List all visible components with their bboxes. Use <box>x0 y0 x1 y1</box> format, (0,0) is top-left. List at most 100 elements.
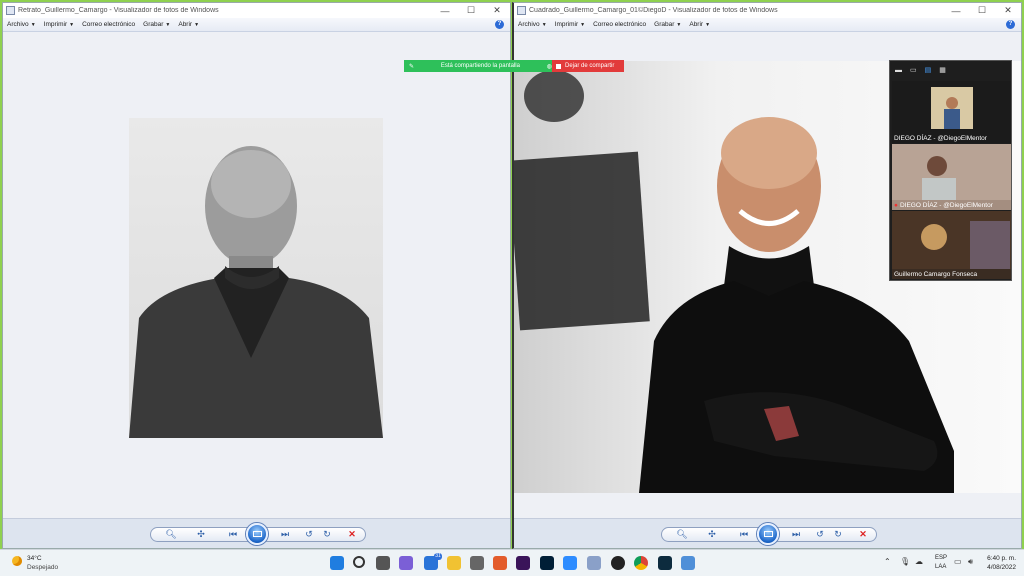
fit-to-window-icon[interactable]: ✣ <box>706 528 718 540</box>
zoom-icon[interactable]: 🔍︎ <box>676 528 688 540</box>
video-gallery-panel: ▬ ▭ ▤ ▦ DIEGO DÍAZ - @DiegoElMentor ● DIE… <box>889 60 1012 281</box>
menu-label: Abrir <box>178 21 193 28</box>
gallery-view-icon[interactable]: ▦ <box>939 66 946 74</box>
minimize-button[interactable]: — <box>943 6 969 16</box>
menu-abrir[interactable]: Abrir ▼ <box>689 21 710 28</box>
maximize-button[interactable]: ☐ <box>458 5 484 16</box>
portrait-photo-bw <box>129 118 383 438</box>
stop-sharing-label: Dejar de compartir <box>565 63 615 69</box>
rotate-left-icon[interactable]: ↺ <box>814 528 826 540</box>
video-thumbnail <box>892 211 1011 269</box>
viewer-toolbar: 🔍︎ ✣ ⏮ ⏭ ↺ ↻ ✕ <box>3 518 510 548</box>
slideshow-button[interactable] <box>757 523 779 545</box>
rotate-left-icon[interactable]: ↺ <box>303 528 315 540</box>
menu-archivo[interactable]: Archivo ▼ <box>518 21 547 28</box>
language-indicator[interactable]: ESP <box>935 555 947 561</box>
weather-temperature[interactable]: 34°C <box>27 555 42 562</box>
clock-time[interactable]: 6:40 p. m. <box>987 555 1016 562</box>
video-tile[interactable]: Guillermo Camargo Fonseca <box>892 211 1011 279</box>
close-button[interactable]: ✕ <box>484 5 510 16</box>
menu-label: Grabar <box>143 21 164 28</box>
menu-label: Archivo <box>518 21 540 28</box>
slideshow-button[interactable] <box>246 523 268 545</box>
teams-chat-icon[interactable] <box>399 556 413 570</box>
participant-name-text: DIEGO DÍAZ - @DiegoElMentor <box>899 202 993 209</box>
caret-down-icon: ▼ <box>705 22 711 28</box>
thumbnail-view-icon[interactable]: ▭ <box>910 66 917 74</box>
help-icon[interactable]: ? <box>495 20 504 29</box>
caret-down-icon: ▼ <box>69 22 75 28</box>
premiere-icon[interactable] <box>516 556 530 570</box>
obs-icon[interactable] <box>611 556 625 570</box>
menu-archivo[interactable]: Archivo ▼ <box>7 21 36 28</box>
store-icon[interactable]: 31 <box>424 553 442 570</box>
zoom-icon[interactable] <box>563 556 577 570</box>
caret-down-icon: ▼ <box>676 22 682 28</box>
office-icon[interactable] <box>493 556 507 570</box>
menu-abrir[interactable]: Abrir ▼ <box>178 21 199 28</box>
lightroom-icon[interactable] <box>658 556 672 570</box>
calculator-icon[interactable] <box>470 556 484 570</box>
menu-label: Abrir <box>689 21 704 28</box>
screen-share-banner: ✎ Está compartiendo la pantalla ◍ Dejar … <box>404 60 624 72</box>
slideshow-icon <box>764 531 773 537</box>
title-bar: Cuadrado_Guillermo_Camargo_01©DiegoD - V… <box>514 3 1021 18</box>
delete-icon[interactable]: ✕ <box>857 528 869 540</box>
slideshow-icon <box>253 531 262 537</box>
delete-icon[interactable]: ✕ <box>346 528 358 540</box>
photo-viewer-icon <box>517 6 526 15</box>
previous-icon[interactable]: ⏮ <box>738 528 750 540</box>
microphone-icon[interactable]: 🎙︎ <box>900 557 910 566</box>
menu-correo[interactable]: Correo electrónico <box>82 21 135 28</box>
next-icon[interactable]: ⏭ <box>790 528 802 540</box>
video-tile[interactable]: DIEGO DÍAZ - @DiegoElMentor <box>892 81 1011 143</box>
minimize-button[interactable]: — <box>432 6 458 16</box>
media-icon[interactable] <box>587 556 601 570</box>
speaker-view-icon[interactable]: ▤ <box>925 66 932 74</box>
caret-down-icon: ▼ <box>580 22 586 28</box>
weather-description[interactable]: Despejado <box>27 564 58 571</box>
menu-grabar[interactable]: Grabar ▼ <box>143 21 170 28</box>
actual-size-icon[interactable]: ✣ <box>195 528 207 540</box>
sharing-text: Está compartiendo la pantalla <box>440 63 520 69</box>
menu-label: Correo electrónico <box>82 21 136 28</box>
menu-grabar[interactable]: Grabar ▼ <box>654 21 681 28</box>
help-icon[interactable]: ? <box>1006 20 1015 29</box>
sharing-indicator[interactable]: ✎ Está compartiendo la pantalla ◍ <box>404 60 552 72</box>
chrome-icon[interactable] <box>634 556 648 570</box>
menu-imprimir[interactable]: Imprimir ▼ <box>555 21 585 28</box>
rotate-right-icon[interactable]: ↻ <box>321 528 333 540</box>
menu-imprimir[interactable]: Imprimir ▼ <box>44 21 74 28</box>
video-tile[interactable]: ● DIEGO DÍAZ - @DiegoElMentor <box>892 144 1011 210</box>
file-explorer-icon[interactable] <box>447 556 461 570</box>
maximize-button[interactable]: ☐ <box>969 5 995 16</box>
network-icon[interactable]: ▭ <box>954 557 962 566</box>
photoshop-icon[interactable] <box>540 556 554 570</box>
weather-moon-icon[interactable] <box>12 556 22 566</box>
caret-down-icon: ▼ <box>541 22 547 28</box>
stop-sharing-button[interactable]: Dejar de compartir <box>552 60 624 72</box>
next-icon[interactable]: ⏭ <box>279 528 291 540</box>
minimize-icon[interactable]: ▬ <box>895 67 902 74</box>
window-title: Retrato_Guillermo_Camargo - Visualizador… <box>18 7 219 14</box>
video-thumbnail <box>892 144 1011 200</box>
menu-label: Correo electrónico <box>593 21 647 28</box>
menu-bar: Archivo ▼ Imprimir ▼ Correo electrónico Gr… <box>3 18 510 32</box>
keyboard-layout[interactable]: LAA <box>935 564 946 570</box>
rotate-right-icon[interactable]: ↻ <box>832 528 844 540</box>
chevron-up-icon[interactable]: ⌃ <box>884 557 891 566</box>
gallery-controls: ▬ ▭ ▤ ▦ <box>890 61 1011 79</box>
close-button[interactable]: ✕ <box>995 5 1021 16</box>
volume-icon[interactable]: 🔊︎ <box>968 557 973 567</box>
photos-icon[interactable] <box>681 556 695 570</box>
clock-date[interactable]: 4/08/2022 <box>987 564 1016 571</box>
menu-label: Grabar <box>654 21 675 28</box>
search-icon[interactable] <box>353 556 365 568</box>
start-icon[interactable] <box>330 556 344 570</box>
task-view-icon[interactable] <box>376 556 390 570</box>
previous-icon[interactable]: ⏮ <box>227 528 239 540</box>
menu-correo[interactable]: Correo electrónico <box>593 21 646 28</box>
caret-down-icon: ▼ <box>30 22 36 28</box>
zoom-icon[interactable]: 🔍︎ <box>165 528 177 540</box>
cloud-icon[interactable]: ☁ <box>915 557 923 566</box>
